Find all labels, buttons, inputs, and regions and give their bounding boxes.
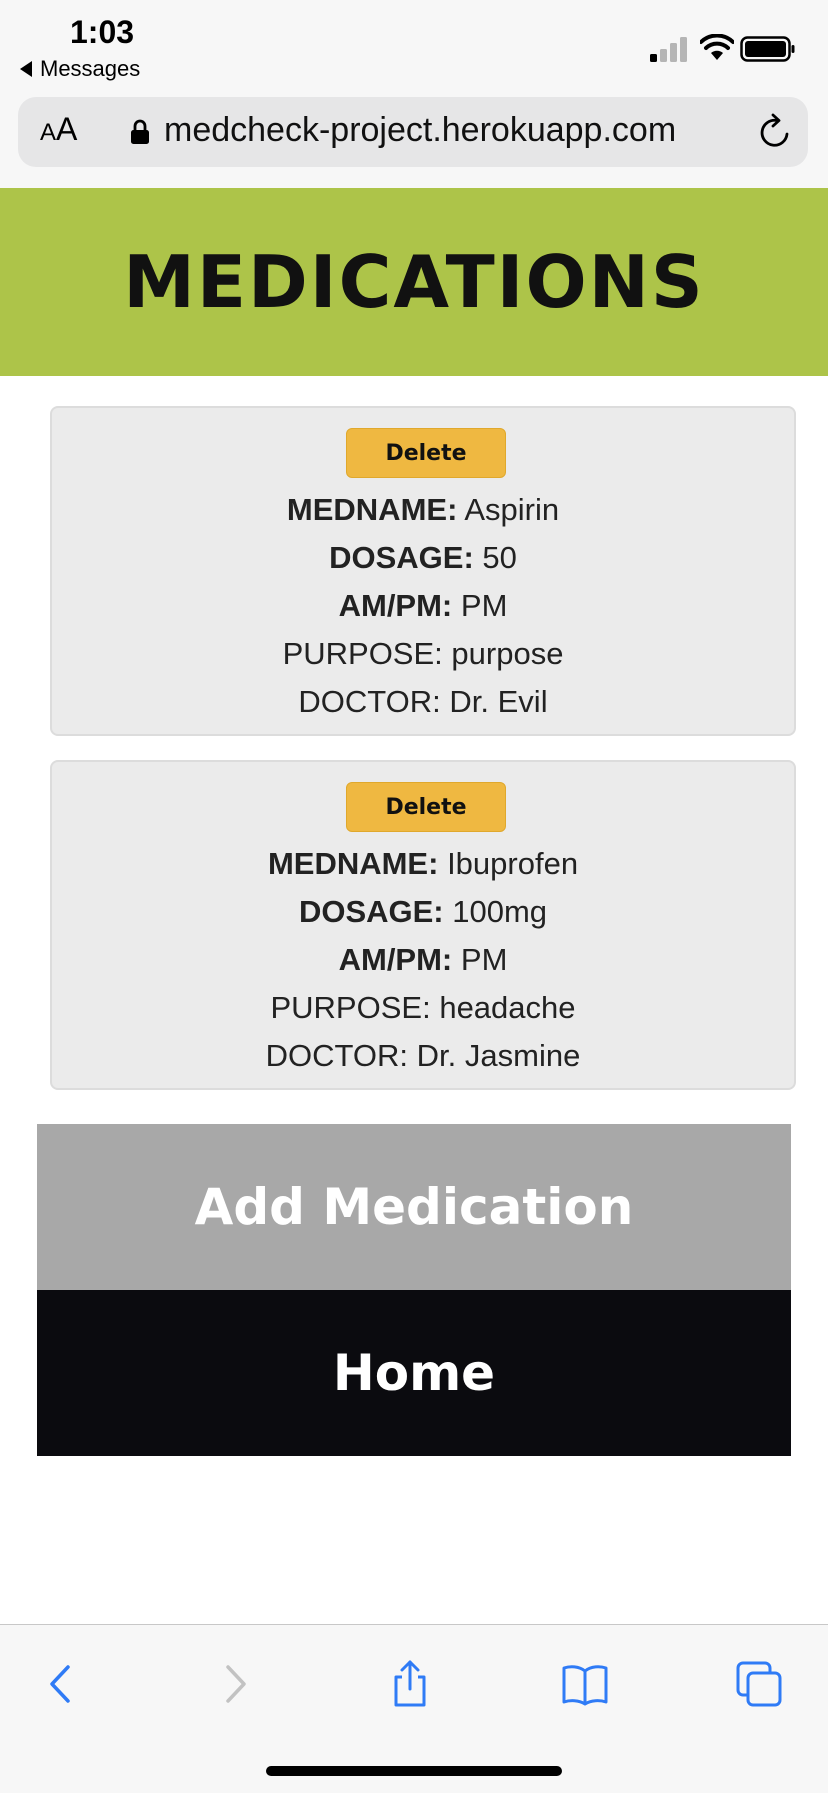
battery-icon <box>740 36 795 62</box>
medication-card: Delete MEDNAME: Aspirin DOSAGE: 50 AM/PM… <box>50 406 796 736</box>
status-time: 1:03 <box>70 14 135 50</box>
ampm-row: AM/PM: PM <box>52 588 794 624</box>
doctor-row: DOCTOR: Dr. Evil <box>52 684 794 720</box>
ampm-label: AM/PM: <box>338 588 453 623</box>
doctor-value: Dr. Evil <box>449 684 548 719</box>
medname-value: Aspirin <box>464 492 560 527</box>
home-indicator <box>266 1766 562 1776</box>
medname-row: MEDNAME: Ibuprofen <box>52 846 794 882</box>
status-bar: 1:03 Messages <box>0 0 828 90</box>
dosage-row: DOSAGE: 100mg <box>52 894 794 930</box>
medname-row: MEDNAME: Aspirin <box>52 492 794 528</box>
ampm-row: AM/PM: PM <box>52 942 794 978</box>
back-app-label: Messages <box>40 56 141 81</box>
back-icon[interactable] <box>36 1659 86 1709</box>
medname-label: MEDNAME: <box>267 846 439 881</box>
ampm-value: PM <box>460 588 508 623</box>
ampm-value: PM <box>460 942 508 977</box>
add-medication-button[interactable]: Add Medication <box>37 1124 791 1290</box>
back-to-messages-link[interactable]: Messages <box>20 56 140 82</box>
page-header: MEDICATIONS <box>0 188 828 376</box>
purpose-value: headache <box>439 990 576 1025</box>
purpose-label: PURPOSE: <box>270 990 431 1025</box>
address-bar[interactable]: AA medcheck-project.herokuapp.com <box>18 97 808 167</box>
purpose-row: PURPOSE: headache <box>52 990 794 1026</box>
dosage-value: 50 <box>482 540 517 575</box>
doctor-label: DOCTOR: <box>265 1038 409 1073</box>
doctor-label: DOCTOR: <box>298 684 441 719</box>
doctor-value: Dr. Jasmine <box>416 1038 581 1073</box>
bookmarks-icon[interactable] <box>560 1659 610 1709</box>
wifi-icon <box>700 34 734 60</box>
delete-button[interactable]: Delete <box>346 428 506 478</box>
medname-label: MEDNAME: <box>286 492 458 527</box>
dosage-label: DOSAGE: <box>298 894 444 929</box>
medication-card: Delete MEDNAME: Ibuprofen DOSAGE: 100mg … <box>50 760 796 1090</box>
purpose-value: purpose <box>451 636 564 671</box>
purpose-label: PURPOSE: <box>282 636 443 671</box>
ampm-label: AM/PM: <box>338 942 453 977</box>
text-size-small-label: A <box>40 119 57 146</box>
back-arrow-icon <box>20 61 32 77</box>
lock-icon <box>131 119 149 144</box>
home-button[interactable]: Home <box>37 1290 791 1456</box>
dosage-value: 100mg <box>452 894 548 929</box>
text-size-large-label: A <box>56 111 78 147</box>
dosage-row: DOSAGE: 50 <box>52 540 794 576</box>
reload-icon[interactable] <box>756 113 794 151</box>
url-text[interactable]: medcheck-project.herokuapp.com <box>164 111 676 150</box>
purpose-row: PURPOSE: purpose <box>52 636 794 672</box>
cellular-signal-icon <box>650 37 687 62</box>
medname-value: Ibuprofen <box>447 846 579 881</box>
delete-button[interactable]: Delete <box>346 782 506 832</box>
share-icon[interactable] <box>385 1659 435 1709</box>
dosage-label: DOSAGE: <box>329 540 474 575</box>
forward-icon <box>226 1665 246 1703</box>
text-size-button[interactable]: AA <box>40 111 77 148</box>
tabs-icon[interactable] <box>734 1659 784 1709</box>
page-title: MEDICATIONS <box>123 240 705 324</box>
doctor-row: DOCTOR: Dr. Jasmine <box>52 1038 794 1074</box>
